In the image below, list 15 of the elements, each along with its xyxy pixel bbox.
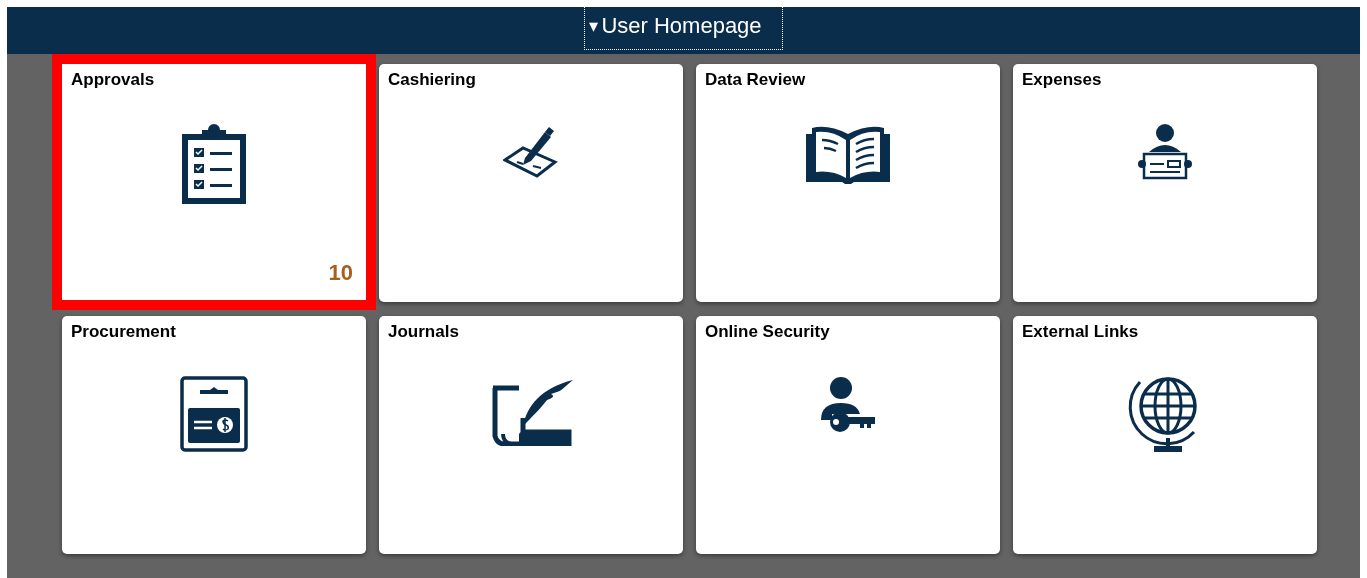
app-tile[interactable]: Data Review (696, 64, 1000, 302)
open-book-icon (806, 124, 890, 184)
payment-card-icon (180, 376, 248, 452)
person-with-key-icon (820, 376, 876, 434)
app-tile[interactable]: Online Security (696, 316, 1000, 554)
person-card-icon (1138, 124, 1192, 180)
count-label: 10 (328, 260, 353, 286)
app-tile[interactable]: External Links (1013, 316, 1317, 554)
pen-signing-icon (503, 124, 559, 180)
homepage-title-dropdown[interactable]: ▾User Homepage (584, 7, 783, 50)
app-tile[interactable]: Journals (379, 316, 683, 554)
clipboard-icon (182, 124, 246, 204)
app-tile[interactable]: Expenses (1013, 64, 1317, 302)
app-tile[interactable]: Cashiering (379, 64, 683, 302)
app-tile[interactable]: Procurement (62, 316, 366, 554)
